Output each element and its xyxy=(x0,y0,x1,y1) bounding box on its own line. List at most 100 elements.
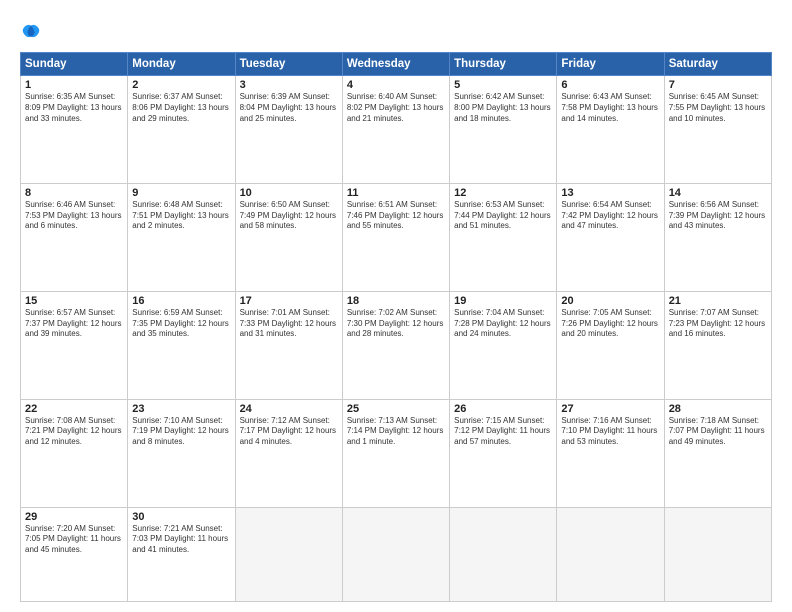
day-number: 12 xyxy=(454,187,552,199)
calendar-week-row: 29Sunrise: 7:20 AM Sunset: 7:05 PM Dayli… xyxy=(21,507,772,601)
day-number: 1 xyxy=(25,79,123,91)
calendar-cell: 27Sunrise: 7:16 AM Sunset: 7:10 PM Dayli… xyxy=(557,399,664,507)
day-number: 22 xyxy=(25,403,123,415)
day-info: Sunrise: 7:18 AM Sunset: 7:07 PM Dayligh… xyxy=(669,416,767,448)
calendar-cell: 10Sunrise: 6:50 AM Sunset: 7:49 PM Dayli… xyxy=(235,183,342,291)
day-number: 19 xyxy=(454,295,552,307)
calendar-cell xyxy=(450,507,557,601)
calendar-cell: 28Sunrise: 7:18 AM Sunset: 7:07 PM Dayli… xyxy=(664,399,771,507)
day-number: 24 xyxy=(240,403,338,415)
weekday-header: Monday xyxy=(128,53,235,76)
logo xyxy=(20,22,45,44)
calendar-cell xyxy=(342,507,449,601)
day-number: 11 xyxy=(347,187,445,199)
calendar-week-row: 1Sunrise: 6:35 AM Sunset: 8:09 PM Daylig… xyxy=(21,76,772,184)
day-info: Sunrise: 6:46 AM Sunset: 7:53 PM Dayligh… xyxy=(25,200,123,232)
day-info: Sunrise: 7:08 AM Sunset: 7:21 PM Dayligh… xyxy=(25,416,123,448)
day-info: Sunrise: 7:12 AM Sunset: 7:17 PM Dayligh… xyxy=(240,416,338,448)
calendar-cell xyxy=(235,507,342,601)
page: SundayMondayTuesdayWednesdayThursdayFrid… xyxy=(0,0,792,612)
day-info: Sunrise: 7:13 AM Sunset: 7:14 PM Dayligh… xyxy=(347,416,445,448)
weekday-header-row: SundayMondayTuesdayWednesdayThursdayFrid… xyxy=(21,53,772,76)
day-number: 14 xyxy=(669,187,767,199)
calendar-cell: 20Sunrise: 7:05 AM Sunset: 7:26 PM Dayli… xyxy=(557,291,664,399)
logo-icon xyxy=(20,22,42,44)
calendar-cell: 7Sunrise: 6:45 AM Sunset: 7:55 PM Daylig… xyxy=(664,76,771,184)
day-info: Sunrise: 7:15 AM Sunset: 7:12 PM Dayligh… xyxy=(454,416,552,448)
day-info: Sunrise: 6:37 AM Sunset: 8:06 PM Dayligh… xyxy=(132,92,230,124)
calendar-cell: 5Sunrise: 6:42 AM Sunset: 8:00 PM Daylig… xyxy=(450,76,557,184)
day-info: Sunrise: 6:59 AM Sunset: 7:35 PM Dayligh… xyxy=(132,308,230,340)
day-info: Sunrise: 6:43 AM Sunset: 7:58 PM Dayligh… xyxy=(561,92,659,124)
day-number: 26 xyxy=(454,403,552,415)
day-number: 30 xyxy=(132,511,230,523)
calendar-cell: 12Sunrise: 6:53 AM Sunset: 7:44 PM Dayli… xyxy=(450,183,557,291)
calendar-cell: 30Sunrise: 7:21 AM Sunset: 7:03 PM Dayli… xyxy=(128,507,235,601)
weekday-header: Friday xyxy=(557,53,664,76)
calendar-cell: 19Sunrise: 7:04 AM Sunset: 7:28 PM Dayli… xyxy=(450,291,557,399)
day-info: Sunrise: 6:48 AM Sunset: 7:51 PM Dayligh… xyxy=(132,200,230,232)
calendar-cell: 18Sunrise: 7:02 AM Sunset: 7:30 PM Dayli… xyxy=(342,291,449,399)
calendar-week-row: 15Sunrise: 6:57 AM Sunset: 7:37 PM Dayli… xyxy=(21,291,772,399)
weekday-header: Sunday xyxy=(21,53,128,76)
calendar-week-row: 22Sunrise: 7:08 AM Sunset: 7:21 PM Dayli… xyxy=(21,399,772,507)
calendar-cell xyxy=(557,507,664,601)
day-number: 17 xyxy=(240,295,338,307)
day-number: 27 xyxy=(561,403,659,415)
weekday-header: Tuesday xyxy=(235,53,342,76)
calendar-cell: 26Sunrise: 7:15 AM Sunset: 7:12 PM Dayli… xyxy=(450,399,557,507)
day-number: 15 xyxy=(25,295,123,307)
day-info: Sunrise: 7:21 AM Sunset: 7:03 PM Dayligh… xyxy=(132,524,230,556)
day-info: Sunrise: 6:56 AM Sunset: 7:39 PM Dayligh… xyxy=(669,200,767,232)
day-info: Sunrise: 6:50 AM Sunset: 7:49 PM Dayligh… xyxy=(240,200,338,232)
calendar-cell: 22Sunrise: 7:08 AM Sunset: 7:21 PM Dayli… xyxy=(21,399,128,507)
day-number: 8 xyxy=(25,187,123,199)
calendar-cell: 3Sunrise: 6:39 AM Sunset: 8:04 PM Daylig… xyxy=(235,76,342,184)
calendar-cell xyxy=(664,507,771,601)
day-info: Sunrise: 6:45 AM Sunset: 7:55 PM Dayligh… xyxy=(669,92,767,124)
day-number: 2 xyxy=(132,79,230,91)
weekday-header: Thursday xyxy=(450,53,557,76)
day-info: Sunrise: 7:04 AM Sunset: 7:28 PM Dayligh… xyxy=(454,308,552,340)
calendar-week-row: 8Sunrise: 6:46 AM Sunset: 7:53 PM Daylig… xyxy=(21,183,772,291)
calendar-cell: 14Sunrise: 6:56 AM Sunset: 7:39 PM Dayli… xyxy=(664,183,771,291)
calendar-cell: 17Sunrise: 7:01 AM Sunset: 7:33 PM Dayli… xyxy=(235,291,342,399)
day-number: 4 xyxy=(347,79,445,91)
day-info: Sunrise: 7:16 AM Sunset: 7:10 PM Dayligh… xyxy=(561,416,659,448)
day-number: 29 xyxy=(25,511,123,523)
calendar-cell: 11Sunrise: 6:51 AM Sunset: 7:46 PM Dayli… xyxy=(342,183,449,291)
calendar-table: SundayMondayTuesdayWednesdayThursdayFrid… xyxy=(20,52,772,602)
day-info: Sunrise: 7:01 AM Sunset: 7:33 PM Dayligh… xyxy=(240,308,338,340)
day-info: Sunrise: 6:57 AM Sunset: 7:37 PM Dayligh… xyxy=(25,308,123,340)
day-number: 21 xyxy=(669,295,767,307)
calendar-cell: 6Sunrise: 6:43 AM Sunset: 7:58 PM Daylig… xyxy=(557,76,664,184)
calendar-cell: 16Sunrise: 6:59 AM Sunset: 7:35 PM Dayli… xyxy=(128,291,235,399)
calendar-cell: 24Sunrise: 7:12 AM Sunset: 7:17 PM Dayli… xyxy=(235,399,342,507)
calendar-cell: 23Sunrise: 7:10 AM Sunset: 7:19 PM Dayli… xyxy=(128,399,235,507)
calendar-cell: 8Sunrise: 6:46 AM Sunset: 7:53 PM Daylig… xyxy=(21,183,128,291)
calendar-cell: 25Sunrise: 7:13 AM Sunset: 7:14 PM Dayli… xyxy=(342,399,449,507)
day-info: Sunrise: 6:35 AM Sunset: 8:09 PM Dayligh… xyxy=(25,92,123,124)
day-number: 13 xyxy=(561,187,659,199)
day-info: Sunrise: 6:53 AM Sunset: 7:44 PM Dayligh… xyxy=(454,200,552,232)
day-number: 25 xyxy=(347,403,445,415)
calendar-cell: 13Sunrise: 6:54 AM Sunset: 7:42 PM Dayli… xyxy=(557,183,664,291)
day-info: Sunrise: 6:51 AM Sunset: 7:46 PM Dayligh… xyxy=(347,200,445,232)
day-info: Sunrise: 6:42 AM Sunset: 8:00 PM Dayligh… xyxy=(454,92,552,124)
day-number: 9 xyxy=(132,187,230,199)
day-number: 6 xyxy=(561,79,659,91)
day-number: 23 xyxy=(132,403,230,415)
day-info: Sunrise: 7:05 AM Sunset: 7:26 PM Dayligh… xyxy=(561,308,659,340)
day-number: 7 xyxy=(669,79,767,91)
calendar-cell: 4Sunrise: 6:40 AM Sunset: 8:02 PM Daylig… xyxy=(342,76,449,184)
day-number: 5 xyxy=(454,79,552,91)
header xyxy=(20,18,772,44)
day-info: Sunrise: 7:07 AM Sunset: 7:23 PM Dayligh… xyxy=(669,308,767,340)
day-info: Sunrise: 7:20 AM Sunset: 7:05 PM Dayligh… xyxy=(25,524,123,556)
day-info: Sunrise: 6:39 AM Sunset: 8:04 PM Dayligh… xyxy=(240,92,338,124)
calendar-cell: 21Sunrise: 7:07 AM Sunset: 7:23 PM Dayli… xyxy=(664,291,771,399)
day-number: 20 xyxy=(561,295,659,307)
day-number: 10 xyxy=(240,187,338,199)
weekday-header: Saturday xyxy=(664,53,771,76)
day-number: 16 xyxy=(132,295,230,307)
